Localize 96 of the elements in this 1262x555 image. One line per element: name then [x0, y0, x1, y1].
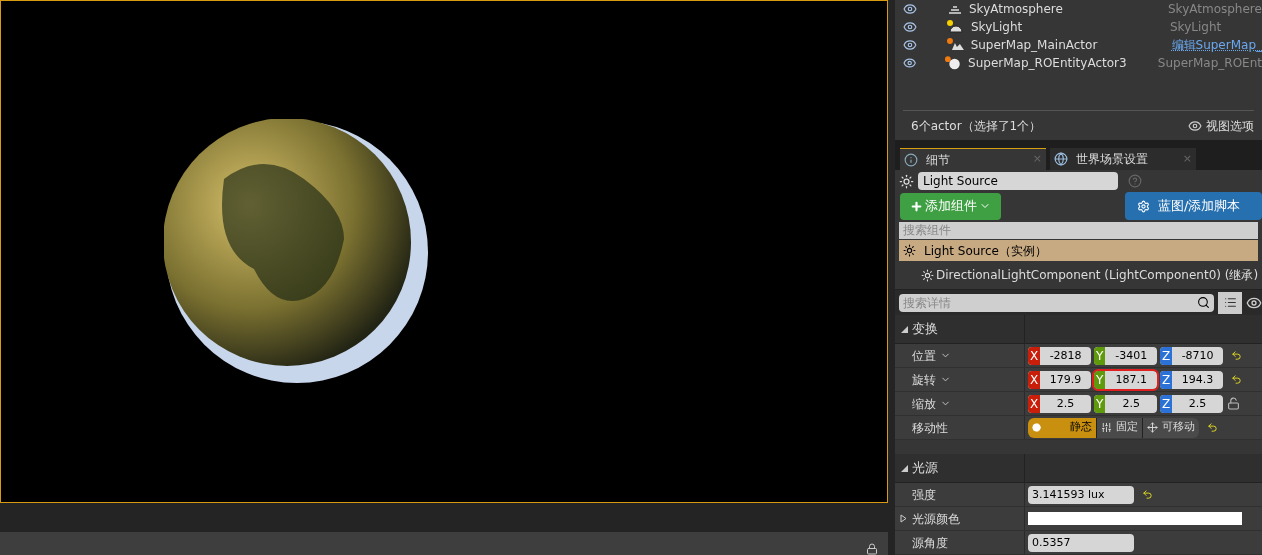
actor-type: SkyAtmosphere	[1168, 1, 1262, 18]
expand-arrow[interactable]	[901, 464, 908, 472]
tab-label: 细节	[926, 151, 951, 169]
axis-label: X	[1028, 346, 1041, 365]
visibility-eye-icon[interactable]	[903, 38, 917, 52]
expand-arrow[interactable]	[901, 325, 908, 333]
property-label: 源角度	[912, 534, 948, 552]
mobility-option[interactable]: 静态	[1028, 417, 1096, 438]
search-icon	[1197, 296, 1210, 310]
axis-label: Z	[1160, 346, 1173, 365]
blueprint-button[interactable]: 蓝图/添加脚本	[1125, 192, 1262, 221]
property-label: 位置	[912, 347, 936, 365]
category-title: 光源	[912, 459, 938, 478]
globe-icon	[1054, 152, 1068, 166]
actor-name: SkyLight	[971, 19, 1024, 36]
dot-icon	[1032, 423, 1041, 432]
axis-label: Y	[1094, 370, 1106, 389]
plus-icon	[910, 199, 923, 213]
number-field[interactable]: Z -8710	[1160, 346, 1223, 365]
actor-name: SuperMap_MainActor	[970, 37, 1099, 54]
category-title: 变换	[912, 320, 938, 339]
panel-tab[interactable]: 细节 ×	[900, 148, 1046, 170]
reset-icon[interactable]	[1142, 489, 1153, 500]
info-icon	[904, 152, 918, 167]
actor-type: SuperMap_ROEnt	[1157, 55, 1262, 72]
axis-label: Y	[1094, 394, 1106, 413]
number-field[interactable]: Y 187.1	[1094, 370, 1157, 389]
field-value: -3401	[1114, 347, 1149, 364]
property-label: 移动性	[912, 419, 948, 437]
axis-label: Z	[1160, 370, 1173, 389]
component-item[interactable]: Light Source（实例）	[899, 240, 1258, 262]
atmosphere-icon	[947, 3, 963, 15]
number-field[interactable]: X -2818	[1028, 346, 1091, 365]
sphere-icon	[944, 56, 963, 70]
actor-name: SkyAtmosphere	[969, 1, 1064, 18]
outliner-row[interactable]: SkyAtmosphere SkyAtmosphere	[895, 0, 1262, 18]
field-value: 179.9	[1048, 371, 1083, 388]
actor-icon	[946, 38, 965, 52]
number-field[interactable]: Z 2.5	[1160, 394, 1223, 413]
mobility-option[interactable]: 可移动	[1142, 417, 1199, 438]
actor-name: SuperMap_ROEntityActor3	[968, 55, 1128, 72]
reset-icon[interactable]	[1207, 422, 1218, 433]
field-value: -2818	[1048, 347, 1083, 364]
lock-icon[interactable]	[866, 543, 878, 555]
list-view-button[interactable]	[1218, 291, 1242, 314]
light-icon	[903, 244, 916, 258]
move-icon	[1147, 422, 1158, 433]
view-options-button[interactable]: 视图选项	[1188, 116, 1254, 135]
field-value: 2.5	[1187, 395, 1208, 412]
outliner-row[interactable]: SkyLight SkyLight	[895, 18, 1262, 36]
property-label: 强度	[912, 486, 936, 504]
actor-count: 6个actor（选择了1个）	[911, 117, 1042, 135]
edit-link[interactable]: 编辑SuperMap_	[1171, 36, 1262, 54]
property-label: 旋转	[912, 371, 936, 389]
color-swatch[interactable]	[1028, 512, 1242, 525]
number-field[interactable]: 0.5357	[1028, 533, 1134, 552]
actor-type: SkyLight	[1170, 19, 1222, 36]
visibility-eye-icon[interactable]	[903, 2, 917, 16]
number-field[interactable]: Y -3401	[1094, 346, 1157, 365]
visibility-eye-icon[interactable]	[903, 20, 917, 34]
outliner-row[interactable]: SuperMap_ROEntityActor3 SuperMap_ROEnt	[895, 54, 1262, 72]
gears-icon	[1137, 199, 1150, 213]
sky-light-icon	[947, 20, 965, 34]
slider-icon	[1101, 422, 1112, 433]
reset-icon[interactable]	[1231, 350, 1242, 361]
lock-icon[interactable]	[1227, 397, 1240, 410]
expand-arrow[interactable]	[900, 514, 907, 523]
visibility-eye-icon[interactable]	[903, 56, 917, 70]
number-field[interactable]: Z 194.3	[1160, 370, 1223, 389]
axis-label: Y	[1094, 346, 1106, 365]
axis-label: X	[1028, 394, 1041, 413]
eye-icon	[1188, 118, 1202, 133]
axis-label: X	[1028, 370, 1041, 389]
outliner-row[interactable]: SuperMap_MainActor 编辑SuperMap_	[895, 36, 1262, 54]
panel-tab[interactable]: 世界场景设置 ×	[1050, 148, 1196, 170]
list-icon	[1223, 296, 1237, 310]
field-value: 2.5	[1055, 395, 1076, 412]
number-field[interactable]: Y 2.5	[1094, 394, 1157, 413]
field-value: 2.5	[1121, 395, 1141, 412]
property-label: 光源颜色	[912, 510, 960, 528]
number-field[interactable]: X 2.5	[1028, 394, 1091, 413]
mobility-option[interactable]: 固定	[1096, 417, 1142, 438]
viewport[interactable]	[0, 0, 888, 503]
tab-label: 世界场景设置	[1076, 151, 1149, 168]
actor-name-field[interactable]: Light Source	[918, 172, 1118, 191]
field-value: 187.1	[1114, 371, 1148, 388]
reset-icon[interactable]	[1231, 374, 1242, 385]
field-value: -8710	[1180, 347, 1215, 364]
axis-label: Z	[1160, 394, 1173, 413]
number-field[interactable]: 3.141593 lux	[1028, 485, 1134, 504]
light-icon	[899, 173, 914, 189]
property-label: 缩放	[912, 395, 936, 413]
light-icon	[921, 268, 934, 282]
field-value: 194.3	[1180, 371, 1215, 388]
component-item[interactable]: DirectionalLightComponent (LightComponent0) (继承)	[895, 261, 1262, 290]
number-field[interactable]: X 179.9	[1028, 370, 1091, 389]
